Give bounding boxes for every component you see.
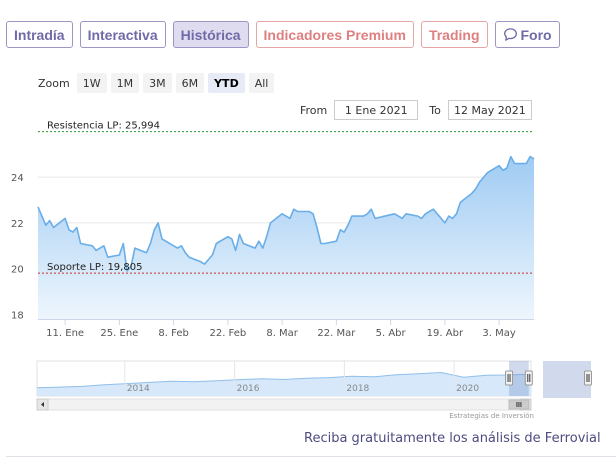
tab-indicadores-premium[interactable]: Indicadores Premium (255, 21, 414, 48)
x-tick-label: 25. Ene (100, 328, 138, 339)
tab-label: Interactiva (87, 26, 158, 43)
y-tick-label: 20 (11, 265, 24, 276)
chat-bubble-icon (503, 28, 517, 41)
navigator-handle[interactable] (505, 370, 514, 386)
tab-trading[interactable]: Trading (420, 21, 488, 48)
navigator-year-label: 2018 (346, 384, 369, 394)
navigator-handle[interactable] (524, 370, 533, 386)
x-tick-label: 22. Feb (209, 328, 246, 339)
zoom-label: Zoom (38, 76, 70, 90)
y-tick-label: 18 (11, 310, 24, 321)
price-chart[interactable]: 18 20 22 24 11. Ene 25. Ene 8. Feb 22. Feb 8. Ma… (0, 110, 616, 346)
zoom-button-6m[interactable]: 6M (175, 73, 205, 93)
tab-label: Indicadores Premium (263, 26, 406, 43)
zoom-button-1m[interactable]: 1M (110, 73, 140, 93)
y-tick-label: 22 (11, 219, 24, 230)
navigator-scrollbar-track[interactable] (36, 398, 532, 411)
x-tick-label: 5. Abr (376, 328, 407, 339)
navigator-year-label: 2020 (456, 384, 479, 394)
tab-label: Intradía (14, 26, 65, 43)
x-tick-label: 8. Mar (266, 328, 298, 339)
x-tick-label: 11. Ene (46, 328, 84, 339)
x-tick-label: 22. Mar (317, 328, 356, 339)
zoom-button-ytd[interactable]: YTD (208, 73, 245, 93)
tab-label: Foro (520, 26, 552, 43)
tab-label: Trading (428, 26, 480, 43)
tab-intradia[interactable]: Intradía (6, 21, 73, 48)
zoom-selector: Zoom 1W 1M 3M 6M YTD All (38, 73, 278, 93)
x-tick-label: 3. May (482, 328, 515, 339)
navigator-handle[interactable] (584, 370, 592, 386)
price-area (38, 156, 534, 319)
x-tick-label: 8. Feb (158, 328, 188, 339)
annotation-label: Resistencia LP: 25,994 (47, 121, 160, 132)
chart-tabs: Intradía Interactiva Histórica Indicadores … (6, 21, 560, 48)
zoom-button-3m[interactable]: 3M (143, 73, 172, 93)
navigator-year-label: 2014 (127, 384, 150, 394)
tab-foro[interactable]: Foro (494, 21, 560, 48)
newsletter-link[interactable]: Reciba gratuitamente los análisis de Fer… (304, 431, 601, 446)
chart-credit: Estrategias de Inversión (449, 412, 534, 420)
tab-interactiva[interactable]: Interactiva (79, 21, 166, 48)
chart-navigator[interactable]: 2014 2016 2018 2020 (0, 355, 616, 413)
x-tick-label: 19. Abr (427, 328, 464, 339)
y-tick-label: 24 (11, 173, 24, 184)
navigator-year-label: 2016 (237, 384, 260, 394)
navigator-range-preview[interactable] (543, 361, 591, 398)
scrollbar-thumb[interactable] (508, 399, 530, 410)
divider (6, 456, 616, 457)
annotation-label: Soporte LP: 19,805 (47, 262, 142, 273)
tab-historica[interactable]: Histórica (172, 21, 249, 48)
zoom-button-all[interactable]: All (248, 73, 275, 93)
zoom-button-1w[interactable]: 1W (76, 73, 107, 93)
scroll-left-button[interactable] (36, 398, 49, 411)
tab-label: Histórica (180, 26, 241, 43)
